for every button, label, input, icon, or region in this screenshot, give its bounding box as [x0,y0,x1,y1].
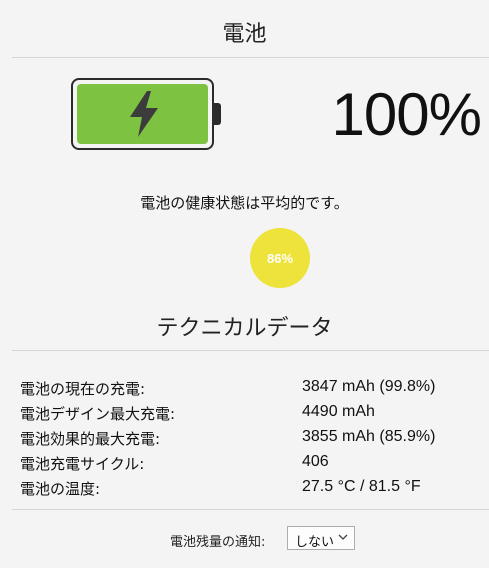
header: 電池 [0,0,489,57]
notification-selected-value: しない [295,535,335,550]
battery-percentage: 100% [331,81,482,148]
notification-dropdown[interactable]: しない [287,526,355,550]
battery-cap [213,103,221,125]
technical-data-table: 電池の現在の充電: 3847 mAh (99.8%) 電池デザイン最大充電: 4… [20,378,480,503]
notification-label: 電池残量の通知: [170,535,266,550]
row-label: 電池効果的最大充電: [20,430,161,448]
row-label: 電池充電サイクル: [20,455,145,473]
bolt-icon [130,91,158,137]
technical-divider [12,350,489,351]
page-title: 電池 [222,22,267,47]
table-row: 電池充電サイクル: 406 [20,453,480,478]
row-value: 406 [302,453,329,470]
row-value: 27.5 °C / 81.5 °F [302,478,421,495]
table-row: 電池効果的最大充電: 3855 mAh (85.9%) [20,428,480,453]
table-row: 電池の温度: 27.5 °C / 81.5 °F [20,478,480,503]
chevron-down-icon [338,534,348,540]
row-value: 4490 mAh [302,403,375,420]
notification-setting: 電池残量の通知: しない [0,526,489,552]
table-row: 電池デザイン最大充電: 4490 mAh [20,403,480,428]
row-value: 3847 mAh (99.8%) [302,378,436,395]
health-status-text: 電池の健康状態は平均的です。 [140,194,349,212]
footer-divider [12,509,489,510]
row-label: 電池の現在の充電: [20,380,146,398]
row-label: 電池デザイン最大充電: [20,405,176,423]
row-value: 3855 mAh (85.9%) [302,428,436,445]
header-divider [12,57,489,58]
table-row: 電池の現在の充電: 3847 mAh (99.8%) [20,378,480,403]
health-badge: 86% [250,228,310,288]
technical-data-title: テクニカルデータ [156,316,333,341]
row-label: 電池の温度: [20,480,101,498]
health-badge-value: 86% [266,250,294,266]
